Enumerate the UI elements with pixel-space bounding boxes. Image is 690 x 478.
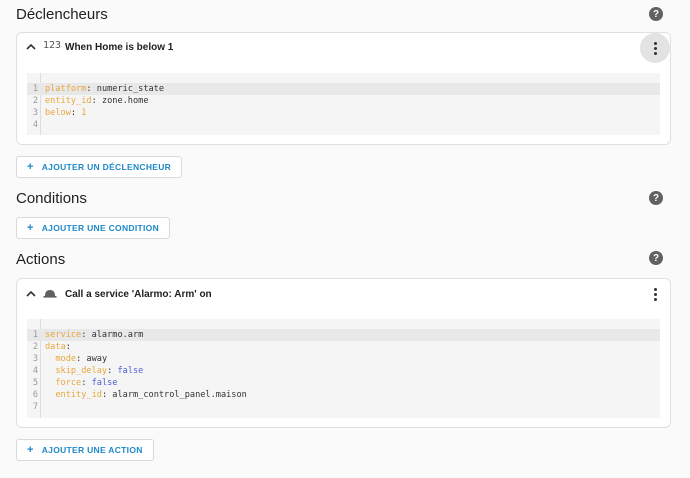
code-text: skip_delay: false: [55, 366, 144, 376]
yaml-value: false: [117, 366, 144, 376]
code-line[interactable]: 1 service: alarmo.arm: [27, 329, 660, 341]
code-text: platform: numeric_state: [45, 84, 165, 94]
line-number: 4: [32, 366, 38, 376]
chevron-up-icon[interactable]: [25, 288, 37, 300]
code-text: below: 1: [45, 108, 87, 118]
yaml-value: away: [86, 354, 108, 364]
help-icon[interactable]: ?: [649, 251, 663, 265]
chevron-up-icon[interactable]: [25, 41, 37, 53]
yaml-value: alarm_control_panel.maison: [112, 390, 247, 400]
yaml-value: zone.home: [101, 96, 149, 106]
line-number: 1: [32, 84, 38, 94]
plus-icon: +: [27, 222, 34, 234]
code-line[interactable]: 6 entity_id: alarm_control_panel.maison: [27, 389, 660, 401]
more-vert-icon: [653, 287, 657, 301]
add-action-button[interactable]: + AJOUTER UNE ACTION: [16, 439, 154, 461]
line-number: 2: [32, 96, 38, 106]
add-condition-button[interactable]: + AJOUTER UNE CONDITION: [16, 217, 171, 239]
help-icon[interactable]: ?: [649, 191, 663, 205]
trigger-card: 123 When Home is below 1 1 platform: nume…: [16, 32, 671, 145]
code-text: entity_id: alarm_control_panel.maison: [55, 390, 247, 400]
code-text: mode: away: [55, 354, 108, 364]
action-card-header[interactable]: Call a service 'Alarmo: Arm' on: [17, 279, 670, 309]
plus-icon: +: [27, 161, 34, 173]
yaml-value: alarmo.arm: [91, 330, 144, 340]
action-yaml-editor[interactable]: 1 service: alarmo.arm 2 data: 3 mode: away 4 …: [27, 319, 660, 418]
code-line[interactable]: 1 platform: numeric_state: [27, 83, 660, 95]
yaml-key: data: [45, 342, 66, 352]
more-vert-icon: [653, 41, 657, 55]
code-text: force: false: [55, 378, 118, 388]
code-text: service: alarmo.arm: [45, 330, 144, 340]
plus-icon: +: [27, 444, 34, 456]
alarm-bell-icon: [43, 290, 57, 298]
trigger-card-header[interactable]: 123 When Home is below 1: [17, 33, 670, 63]
add-condition-label: AJOUTER UNE CONDITION: [41, 223, 160, 233]
trigger-menu-button[interactable]: [640, 33, 670, 63]
code-line[interactable]: 4 skip_delay: false: [27, 365, 660, 377]
line-number: 2: [32, 342, 38, 352]
yaml-key: service: [45, 330, 82, 340]
line-number: 3: [32, 354, 38, 364]
yaml-value: numeric_state: [96, 84, 165, 94]
yaml-key: platform: [45, 84, 87, 94]
yaml-key: mode: [55, 354, 77, 364]
line-number: 3: [32, 108, 38, 118]
conditions-title: Conditions: [16, 190, 87, 207]
line-number: 6: [32, 390, 38, 400]
add-action-label: AJOUTER UNE ACTION: [41, 445, 143, 455]
code-line[interactable]: 2 data:: [27, 341, 660, 353]
code-line[interactable]: 5 force: false: [27, 377, 660, 389]
add-trigger-label: AJOUTER UN DÉCLENCHEUR: [41, 162, 172, 172]
action-menu-button[interactable]: [640, 279, 670, 309]
yaml-value: 1: [81, 108, 87, 118]
code-text: data:: [45, 342, 71, 352]
add-trigger-button[interactable]: + AJOUTER UN DÉCLENCHEUR: [16, 156, 183, 178]
code-line[interactable]: 4: [27, 119, 660, 131]
triggers-title: Déclencheurs: [16, 6, 108, 23]
yaml-value: false: [91, 378, 118, 388]
code-line[interactable]: 7: [27, 401, 660, 413]
trigger-yaml-editor[interactable]: 1 platform: numeric_state 2 entity_id: zone…: [27, 73, 660, 135]
code-text: entity_id: zone.home: [45, 96, 149, 106]
action-card: Call a service 'Alarmo: Arm' on 1 service…: [16, 278, 671, 428]
numeric-icon: 123: [43, 40, 62, 51]
yaml-key: entity_id: [55, 390, 102, 400]
help-icon[interactable]: ?: [649, 7, 663, 21]
yaml-key: entity_id: [45, 96, 92, 106]
code-line[interactable]: 3 below: 1: [27, 107, 660, 119]
yaml-key: below: [45, 108, 71, 118]
yaml-key: skip_delay: [55, 366, 108, 376]
code-line[interactable]: 3 mode: away: [27, 353, 660, 365]
line-number: 5: [32, 378, 38, 388]
line-number: 4: [32, 120, 38, 130]
line-number: 1: [32, 330, 38, 340]
line-number: 7: [32, 402, 38, 412]
actions-title: Actions: [16, 251, 66, 268]
yaml-key: force: [55, 378, 82, 388]
code-line[interactable]: 2 entity_id: zone.home: [27, 95, 660, 107]
action-card-title: Call a service 'Alarmo: Arm' on: [65, 289, 212, 300]
trigger-card-title: When Home is below 1: [65, 42, 174, 53]
